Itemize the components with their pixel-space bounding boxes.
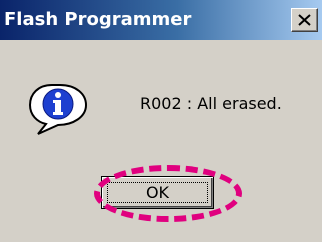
message-text: R002 : All erased. [140, 94, 282, 113]
titlebar[interactable]: Flash Programmer [0, 0, 322, 40]
ok-button-label: OK [145, 183, 170, 202]
flash-programmer-dialog: Flash Programmer R002 : All erased. OK [0, 0, 322, 242]
ok-button[interactable]: OK [101, 176, 214, 209]
close-button[interactable] [291, 8, 318, 32]
info-icon [28, 84, 88, 135]
close-icon [298, 14, 311, 26]
window-title: Flash Programmer [4, 9, 192, 30]
